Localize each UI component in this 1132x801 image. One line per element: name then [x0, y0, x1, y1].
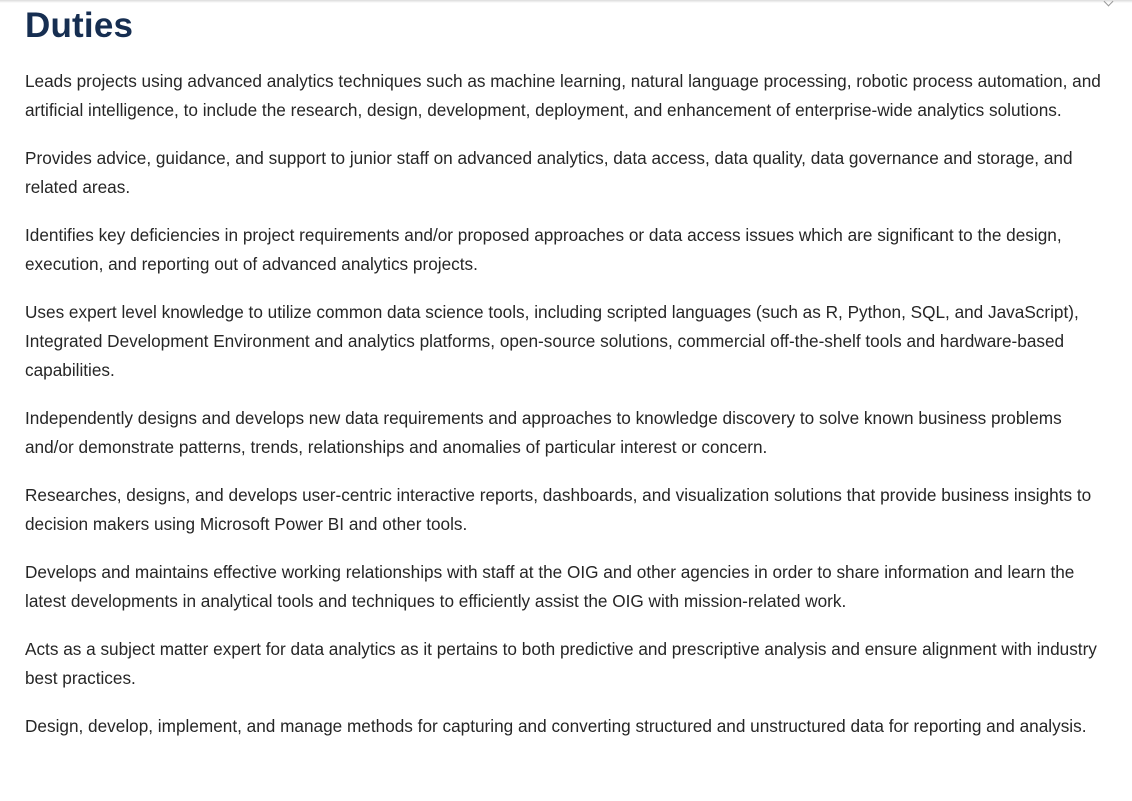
chevron-down-icon[interactable] — [1103, 0, 1114, 7]
duty-paragraph: Independently designs and develops new d… — [25, 408, 1062, 457]
duty-paragraph: Leads projects using advanced analytics … — [25, 71, 1101, 120]
duty-paragraph: Provides advice, guidance, and support t… — [25, 148, 1073, 197]
duty-paragraph: Uses expert level knowledge to utilize c… — [25, 302, 1079, 380]
duties-list: Leads projects using advanced analytics … — [25, 67, 1103, 741]
section-title: Duties — [25, 6, 134, 45]
duty-paragraph: Researches, designs, and develops user-c… — [25, 485, 1092, 534]
duty-paragraph: Design, develop, implement, and manage m… — [25, 716, 1087, 736]
duty-paragraph: Develops and maintains effective working… — [25, 562, 1075, 611]
duty-paragraph: Acts as a subject matter expert for data… — [25, 639, 1097, 688]
duties-section: Duties Leads projects using advanced ana… — [25, 0, 1103, 760]
duty-paragraph: Identifies key deficiencies in project r… — [25, 225, 1062, 274]
